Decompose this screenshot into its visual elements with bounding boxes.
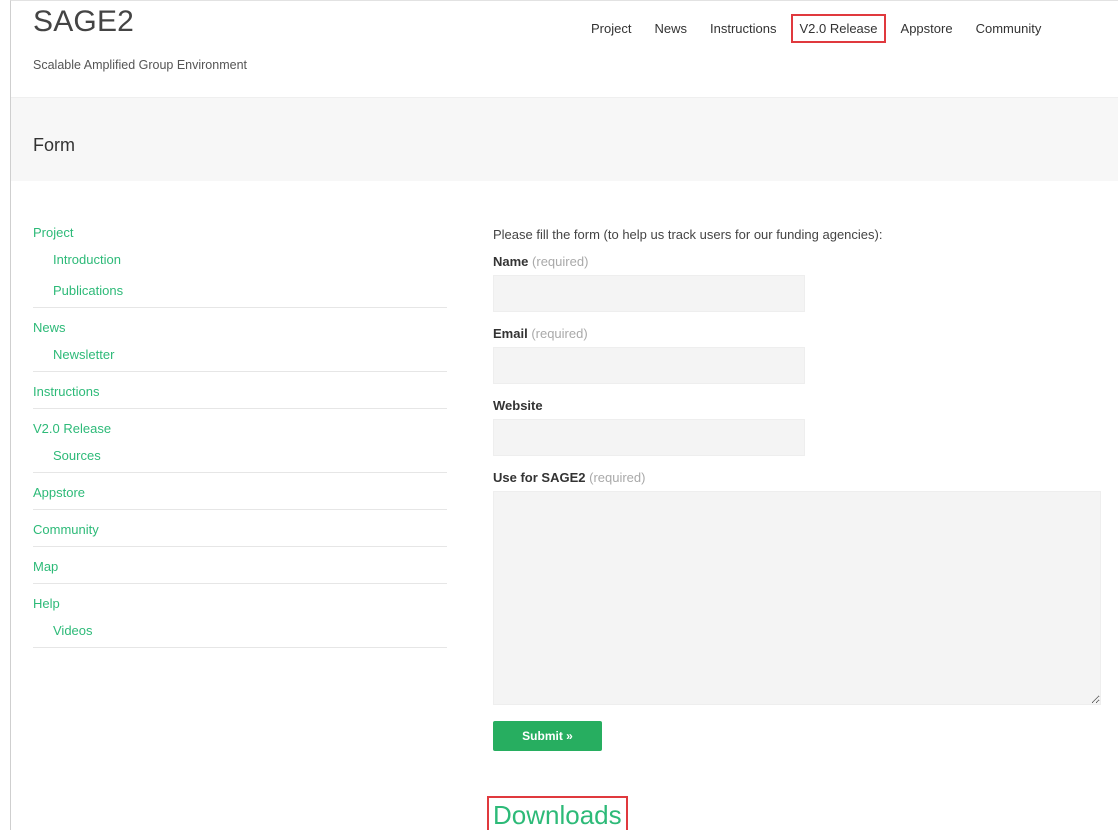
top-navigation: Project News Instructions V2.0 Release A… [583, 14, 1056, 43]
sidebar-group-project: Project Introduction Publications [33, 223, 447, 308]
email-required-note: (required) [531, 326, 588, 341]
sidebar-item-help[interactable]: Help [33, 594, 447, 614]
sidebar-item-map[interactable]: Map [33, 557, 447, 577]
sidebar-item-videos[interactable]: Videos [33, 621, 447, 641]
sidebar-item-community[interactable]: Community [33, 520, 447, 540]
nav-project[interactable]: Project [583, 14, 639, 43]
use-label: Use for SAGE2 (required) [493, 470, 1103, 485]
sidebar-group-map: Map [33, 557, 447, 584]
website-field[interactable] [493, 419, 805, 456]
website-label-text: Website [493, 398, 543, 413]
email-field[interactable] [493, 347, 805, 384]
sidebar-group-instructions: Instructions [33, 382, 447, 409]
sidebar-item-news[interactable]: News [33, 318, 447, 338]
nav-news[interactable]: News [646, 14, 695, 43]
use-textarea[interactable] [493, 491, 1101, 705]
site-tagline: Scalable Amplified Group Environment [33, 58, 248, 72]
sidebar-group-appstore: Appstore [33, 483, 447, 510]
nav-instructions[interactable]: Instructions [702, 14, 784, 43]
use-required-note: (required) [589, 470, 646, 485]
site-header: SAGE2 Scalable Amplified Group Environme… [11, 1, 1118, 96]
nav-v2-release[interactable]: V2.0 Release [791, 14, 886, 43]
sidebar-item-newsletter[interactable]: Newsletter [33, 345, 447, 365]
email-label: Email (required) [493, 326, 1103, 341]
use-label-text: Use for SAGE2 [493, 470, 586, 485]
nav-appstore[interactable]: Appstore [893, 14, 961, 43]
site-title[interactable]: SAGE2 [33, 5, 134, 39]
name-field[interactable] [493, 275, 805, 312]
sidebar-group-v2-release: V2.0 Release Sources [33, 419, 447, 473]
name-required-note: (required) [532, 254, 589, 269]
registration-form: Please fill the form (to help us track u… [493, 227, 1103, 751]
website-label: Website [493, 398, 1103, 413]
page-title-bar: Form [11, 97, 1118, 181]
sidebar-item-v2-release[interactable]: V2.0 Release [33, 419, 447, 439]
sidebar-item-instructions[interactable]: Instructions [33, 382, 447, 402]
sidebar-item-sources[interactable]: Sources [33, 446, 447, 466]
submit-button[interactable]: Submit » [493, 721, 602, 751]
nav-community[interactable]: Community [968, 14, 1050, 43]
name-label: Name (required) [493, 254, 1103, 269]
sidebar-group-news: News Newsletter [33, 318, 447, 372]
sidebar: Project Introduction Publications News N… [33, 223, 447, 658]
downloads-link[interactable]: Downloads [487, 796, 628, 830]
email-label-text: Email [493, 326, 528, 341]
sidebar-group-community: Community [33, 520, 447, 547]
sidebar-item-appstore[interactable]: Appstore [33, 483, 447, 503]
form-intro-text: Please fill the form (to help us track u… [493, 227, 883, 242]
sidebar-item-project[interactable]: Project [33, 223, 447, 243]
sidebar-item-introduction[interactable]: Introduction [33, 250, 447, 270]
sidebar-item-publications[interactable]: Publications [33, 281, 447, 301]
page: SAGE2 Scalable Amplified Group Environme… [10, 0, 1118, 830]
page-title: Form [33, 135, 75, 155]
sidebar-group-help: Help Videos [33, 594, 447, 648]
name-label-text: Name [493, 254, 529, 269]
